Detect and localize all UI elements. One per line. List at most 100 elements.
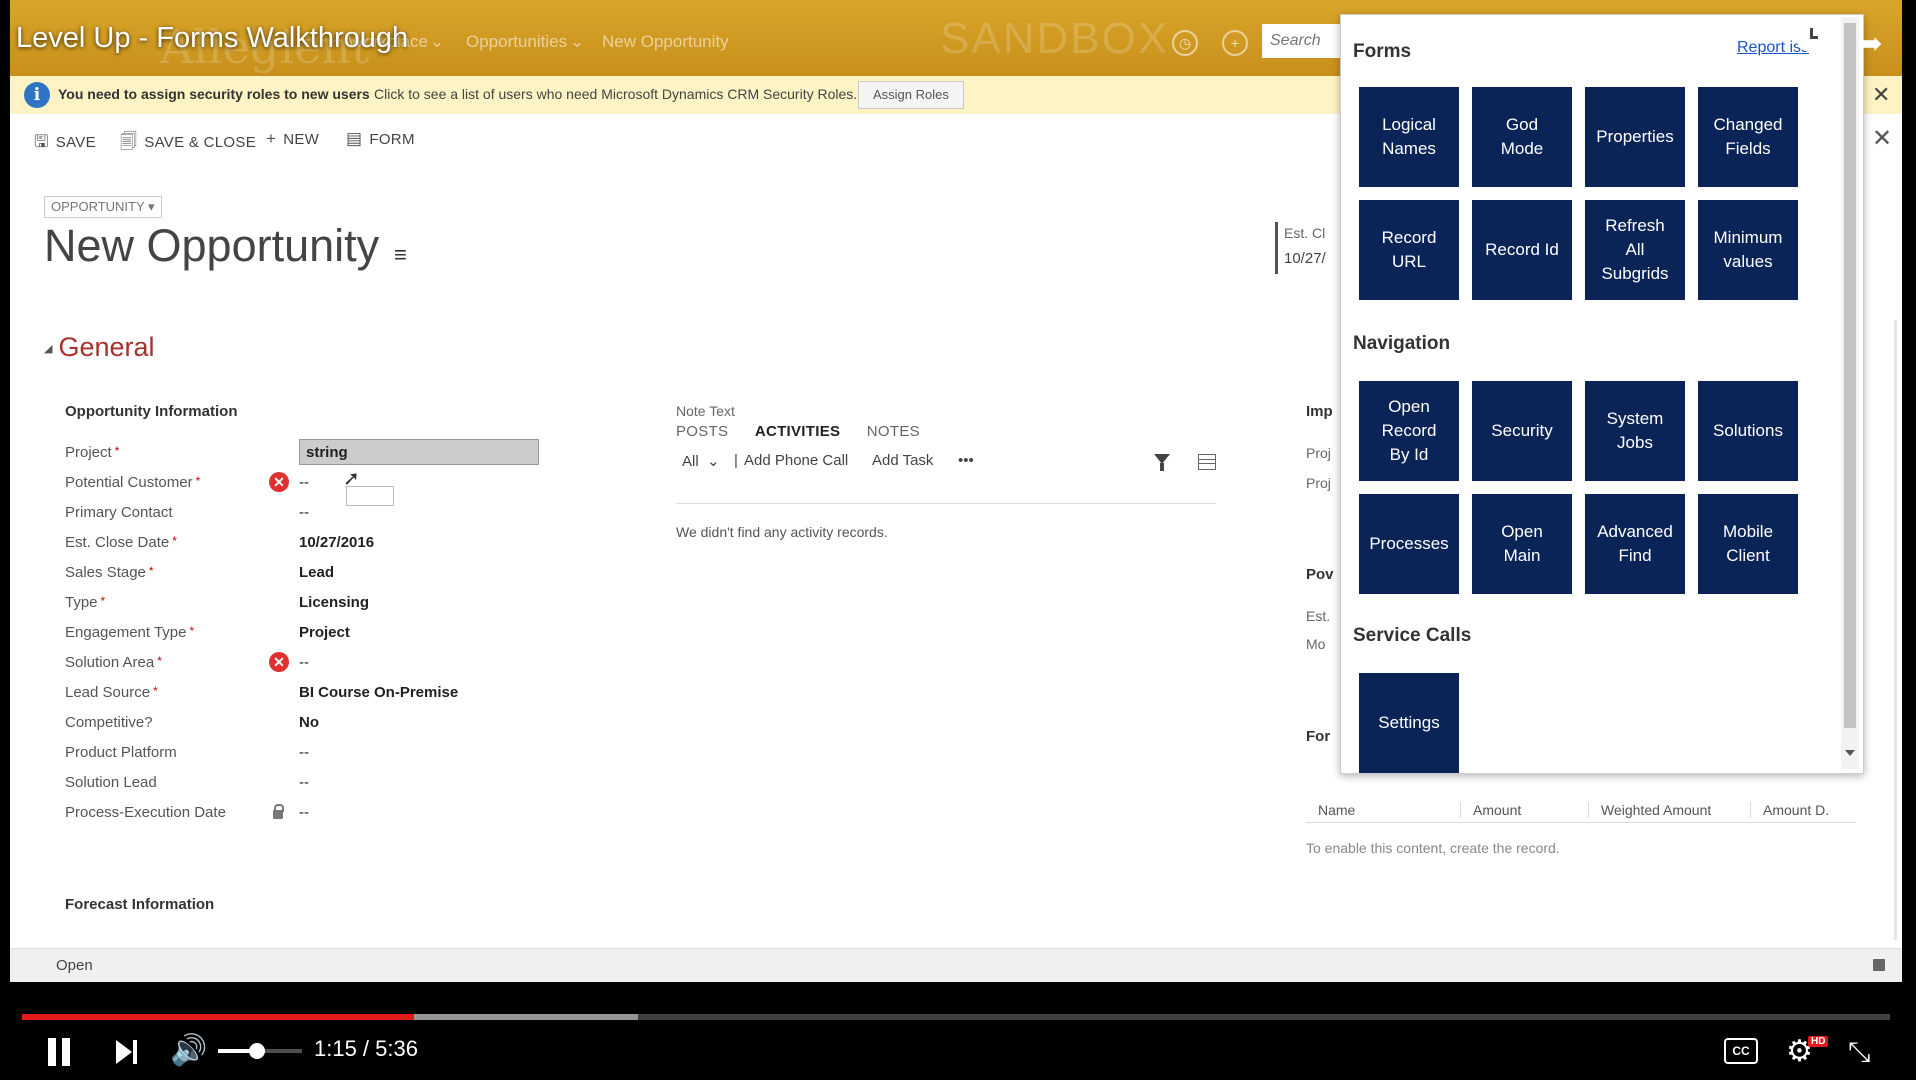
forms-group-title: Forms: [1353, 41, 1412, 62]
form-button[interactable]: ▤ FORM: [346, 129, 415, 149]
close-icon[interactable]: ✕: [1872, 124, 1892, 153]
add-phone-call-button[interactable]: Add Phone Call: [744, 452, 848, 469]
right-section-heading: Pov: [1306, 566, 1334, 583]
navigation-group-title: Navigation: [1353, 333, 1451, 354]
empty-activities-message: We didn't find any activity records.: [676, 524, 888, 540]
field-sales-stage: Sales Stage * Lead: [65, 564, 335, 581]
filter-icon[interactable]: [1154, 454, 1170, 471]
share-icon[interactable]: ➦: [1856, 24, 1883, 62]
error-icon: ✕: [269, 472, 289, 492]
column-header[interactable]: Weighted Amount: [1588, 802, 1711, 818]
recent-icon[interactable]: ◷: [1172, 30, 1198, 56]
field-est-close-date: Est. Close Date * 10/27/2016: [65, 534, 375, 551]
sandbox-watermark: SANDBOX: [940, 14, 1170, 63]
status-footer: Open: [10, 948, 1902, 982]
column-header[interactable]: Name: [1306, 802, 1355, 818]
popup-scrollbar-thumb[interactable]: [1844, 23, 1856, 728]
assign-roles-button[interactable]: Assign Roles: [858, 81, 964, 109]
watch-later-icon[interactable]: [1796, 22, 1826, 52]
level-up-popup: Forms Report iss Logical Names God Mode …: [1340, 14, 1864, 774]
activity-filter[interactable]: All ⌄: [682, 452, 720, 470]
hd-badge: HD: [1808, 1036, 1829, 1047]
forecast-info-heading: Forecast Information: [65, 896, 215, 913]
more-icon[interactable]: •••: [958, 452, 974, 469]
nav-opportunities[interactable]: Opportunities: [466, 32, 567, 52]
chevron-down-icon[interactable]: ⌄: [430, 32, 444, 52]
save-button[interactable]: 🖫 SAVE: [34, 129, 96, 158]
scroll-down-icon[interactable]: [1845, 750, 1855, 756]
add-task-button[interactable]: Add Task: [872, 452, 933, 469]
tile-system-jobs[interactable]: System Jobs: [1585, 381, 1685, 481]
close-icon[interactable]: ✕: [1872, 82, 1890, 108]
opportunity-info-heading: Opportunity Information: [65, 403, 238, 420]
played-bar: [22, 1014, 415, 1020]
volume-slider[interactable]: [218, 1043, 302, 1059]
entity-type-selector[interactable]: OPPORTUNITY ▾: [44, 196, 162, 218]
notification-link[interactable]: Click to see a list of users who need Mi…: [374, 86, 857, 102]
header-field-label: Est. Cl: [1284, 225, 1326, 241]
chevron-down-icon[interactable]: ⌄: [570, 32, 584, 52]
right-field-label: Est.: [1306, 608, 1331, 624]
tile-minimum-values[interactable]: Minimum values: [1698, 200, 1798, 300]
next-icon[interactable]: [116, 1040, 138, 1064]
tab-posts[interactable]: POSTS: [676, 423, 728, 440]
save-close-button[interactable]: 🗐 SAVE & CLOSE: [120, 129, 256, 158]
save-close-icon: 🗐: [120, 132, 138, 151]
autocomplete-box: [346, 486, 394, 506]
field-process-execution-date: Process-Execution Date --: [65, 804, 309, 821]
save-icon: 🖫: [34, 132, 49, 151]
subgrid-headers: Name Amount Weighted Amount Amount D.: [1306, 800, 1856, 823]
save-icon[interactable]: [1873, 959, 1885, 971]
tab-notes[interactable]: NOTES: [867, 423, 920, 440]
field-engagement-type: Engagement Type * Project: [65, 624, 350, 641]
exit-fullscreen-icon[interactable]: ⤡: [1848, 1036, 1870, 1069]
page-scrollbar[interactable]: [1894, 320, 1897, 940]
video-title[interactable]: Level Up - Forms Walkthrough: [16, 22, 408, 55]
field-solution-area: Solution Area * ✕ --: [65, 652, 309, 672]
tile-refresh-subgrids[interactable]: Refresh All Subgrids: [1585, 200, 1685, 300]
tile-changed-fields[interactable]: Changed Fields: [1698, 87, 1798, 187]
create-icon[interactable]: +: [1222, 30, 1248, 56]
tile-mobile-client[interactable]: Mobile Client: [1698, 494, 1798, 594]
column-header[interactable]: Amount D.: [1750, 802, 1829, 818]
pause-icon[interactable]: [48, 1038, 70, 1066]
notification-title: You need to assign security roles to new…: [58, 86, 370, 102]
captions-icon[interactable]: CC: [1724, 1038, 1758, 1064]
tile-record-id[interactable]: Record Id: [1472, 200, 1572, 300]
tab-activities[interactable]: ACTIVITIES: [755, 423, 841, 440]
volume-knob[interactable]: [249, 1043, 266, 1059]
tile-advanced-find[interactable]: Advanced Find: [1585, 494, 1685, 594]
view-icon[interactable]: [1198, 454, 1216, 470]
field-primary-contact: Primary Contact --: [65, 504, 309, 521]
field-competitive: Competitive? No: [65, 714, 319, 731]
social-tabs: POSTS ACTIVITIES NOTES: [676, 423, 942, 441]
section-general[interactable]: ◢ General: [44, 332, 155, 363]
tile-record-url[interactable]: Record URL: [1359, 200, 1459, 300]
collapse-icon: ◢: [44, 343, 53, 356]
tile-open-main[interactable]: Open Main: [1472, 494, 1572, 594]
tile-solutions[interactable]: Solutions: [1698, 381, 1798, 481]
field-solution-lead: Solution Lead --: [65, 774, 309, 791]
new-button[interactable]: + NEW: [266, 129, 319, 149]
tile-open-record-by-id[interactable]: Open Record By Id: [1359, 381, 1459, 481]
info-icon: i: [24, 82, 50, 108]
field-potential-customer: Potential Customer * ✕ --: [65, 472, 309, 492]
crm-window: Allegient Workplace ⌄ Opportunities ⌄ Ne…: [10, 0, 1902, 982]
video-progress-bar[interactable]: [22, 1014, 1890, 1020]
tile-god-mode[interactable]: God Mode: [1472, 87, 1572, 187]
form-menu-icon[interactable]: ≡: [394, 242, 407, 268]
column-header[interactable]: Amount: [1460, 802, 1521, 818]
error-icon: ✕: [269, 652, 289, 672]
header-field-value: 10/27/: [1284, 250, 1326, 267]
activity-bar: All ⌄ | Add Phone Call Add Task •••: [676, 452, 1216, 482]
tile-processes[interactable]: Processes: [1359, 494, 1459, 594]
tile-logical-names[interactable]: Logical Names: [1359, 87, 1459, 187]
volume-icon[interactable]: 🔊: [170, 1036, 207, 1066]
tile-properties[interactable]: Properties: [1585, 87, 1685, 187]
nav-new-opportunity[interactable]: New Opportunity: [602, 32, 729, 52]
tile-settings[interactable]: Settings: [1359, 673, 1459, 773]
project-input[interactable]: string: [299, 439, 539, 465]
subgrid-empty-message: To enable this content, create the recor…: [1306, 840, 1560, 856]
field-lead-source: Lead Source * BI Course On-Premise: [65, 684, 459, 701]
tile-security[interactable]: Security: [1472, 381, 1572, 481]
